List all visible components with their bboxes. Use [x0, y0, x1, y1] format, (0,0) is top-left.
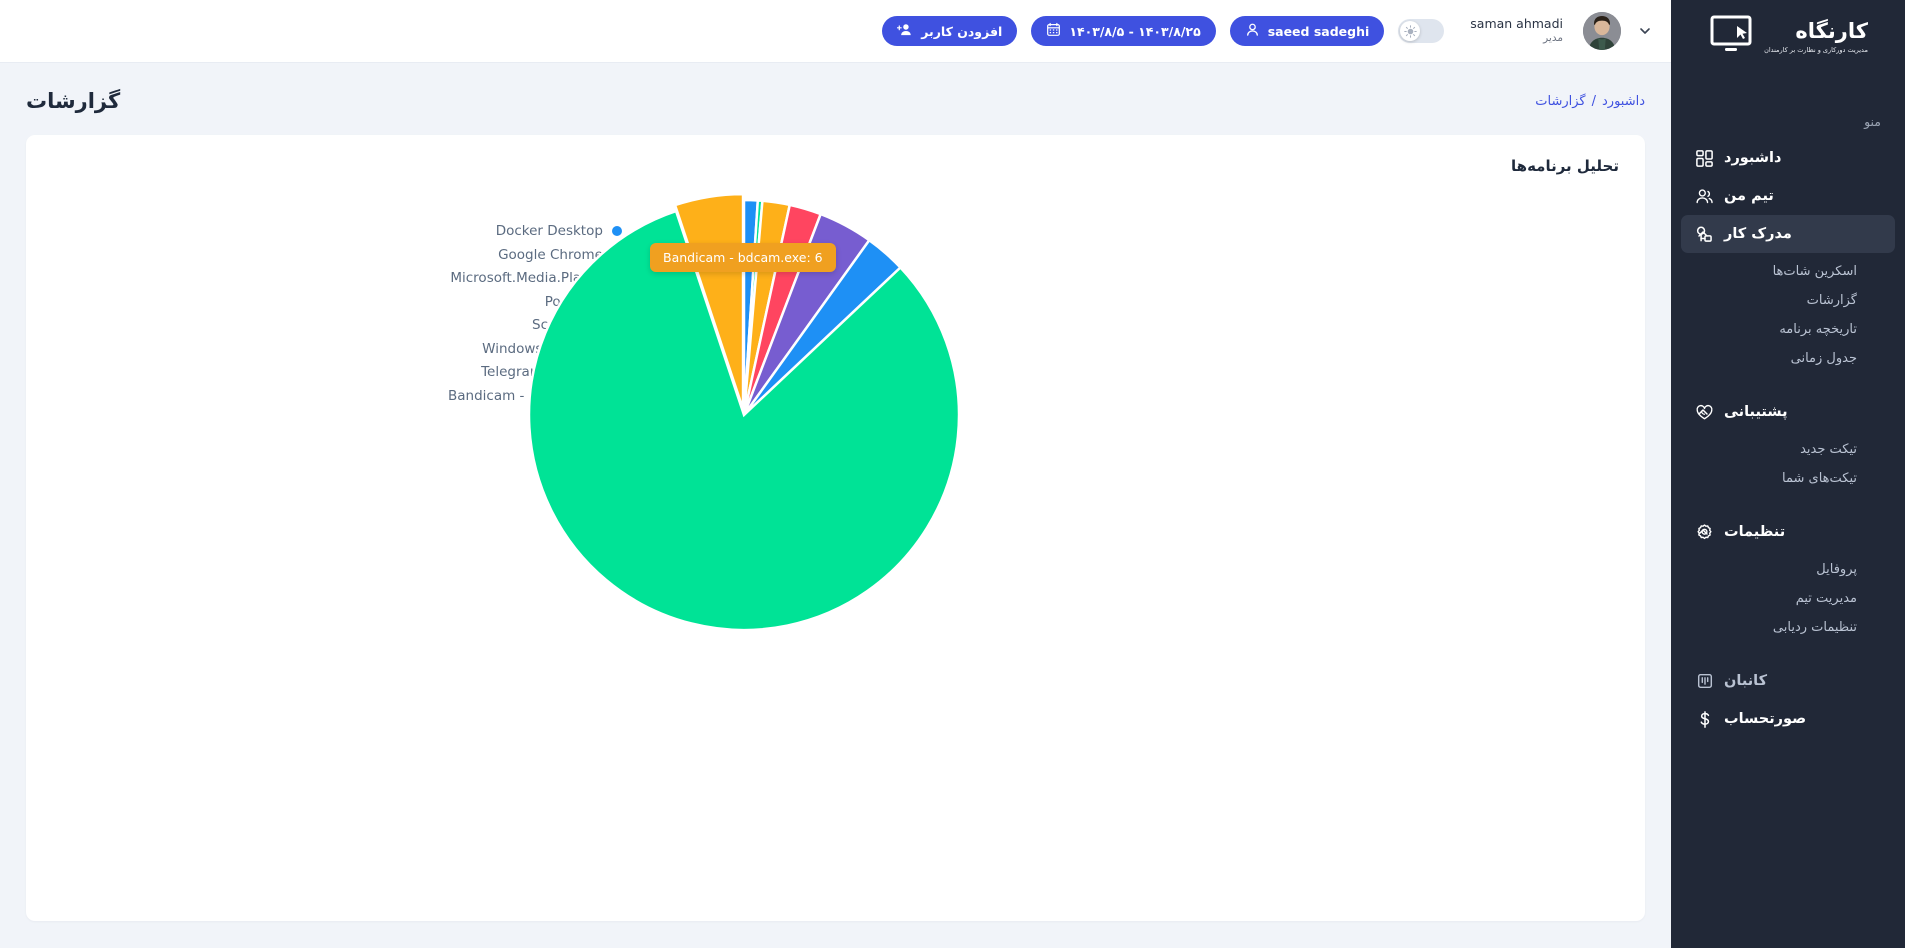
sidebar: کارنگاه مدیریت دورکاری و نظارت بر کارمند… — [1671, 0, 1905, 948]
chevron-down-icon[interactable] — [1637, 23, 1653, 39]
sidebar-item-label: صورتحساب — [1724, 711, 1807, 727]
sidebar-nav: داشبورد تیم من — [1671, 139, 1905, 738]
top-bar: saman ahmadi مدیر saeed sadeghi ۱۴۰۳/۸/۲… — [0, 0, 1671, 63]
chevron-up-icon — [1697, 406, 1709, 418]
submenu-settings: پروفایل مدیریت تیم تنظیمات ردیابی — [1681, 551, 1895, 642]
add-user-label: افزودن کاربر — [921, 23, 1003, 39]
app-root: کارنگاه مدیریت دورکاری و نظارت بر کارمند… — [0, 0, 1905, 948]
sidebar-item-label: کانبان — [1724, 673, 1768, 689]
sidebar-subitem-timesheet[interactable]: جدول زمانی — [1681, 344, 1895, 373]
sidebar-subitem-new-ticket[interactable]: تیکت جدید — [1681, 435, 1895, 464]
sidebar-subitem-screenshots[interactable]: اسکرین شات‌ها — [1681, 257, 1895, 286]
sidebar-item-support[interactable]: پشتیبانی — [1681, 393, 1895, 431]
chevron-up-icon — [1697, 526, 1709, 538]
sidebar-item-my-team[interactable]: تیم من — [1681, 177, 1895, 215]
sidebar-subitem-your-tickets[interactable]: تیکت‌های شما — [1681, 464, 1895, 493]
sidebar-subitem-tracking-settings[interactable]: تنظیمات ردیابی — [1681, 613, 1895, 642]
sidebar-subitem-team-management[interactable]: مدیریت تیم — [1681, 584, 1895, 613]
kanban-icon — [1695, 672, 1714, 691]
add-user-icon — [897, 22, 913, 40]
grid-icon — [1695, 149, 1714, 168]
users-icon — [1695, 187, 1714, 206]
selected-user-label: saeed sadeghi — [1267, 23, 1370, 39]
theme-toggle[interactable] — [1398, 19, 1445, 43]
pie-chart: Docker Desktop Google Chrome Microsoft.M… — [52, 175, 1619, 865]
dollar-icon — [1695, 710, 1714, 729]
sidebar-item-kanban[interactable]: کانبان — [1681, 662, 1895, 700]
brand-logo[interactable]: کارنگاه مدیریت دورکاری و نظارت بر کارمند… — [1671, 0, 1905, 74]
breadcrumb: داشبورد / گزارشات — [1535, 94, 1645, 109]
sidebar-item-dashboard[interactable]: داشبورد — [1681, 139, 1895, 177]
sidebar-item-settings[interactable]: تنظیمات — [1681, 513, 1895, 551]
sidebar-item-label: تنظیمات — [1724, 524, 1786, 540]
apps-analysis-card: تحلیل برنامه‌ها Docker Desktop Google Ch… — [26, 135, 1645, 921]
page-title: گزارشات — [26, 89, 121, 113]
submenu-support: تیکت جدید تیکت‌های شما — [1681, 431, 1895, 493]
sidebar-item-label: داشبورد — [1724, 150, 1782, 166]
user-name: saman ahmadi — [1470, 16, 1563, 32]
monitor-cursor-icon — [1708, 15, 1754, 59]
brand-subtitle: مدیریت دورکاری و نظارت بر کارمندان — [1764, 45, 1868, 54]
sidebar-subitem-profile[interactable]: پروفایل — [1681, 555, 1895, 584]
selected-user-button[interactable]: saeed sadeghi — [1229, 16, 1385, 46]
sidebar-item-billing[interactable]: صورتحساب — [1681, 700, 1895, 738]
submenu-work-evidence: اسکرین شات‌ها گزارشات تاریخچه برنامه جدو… — [1681, 253, 1895, 373]
brand-title: کارنگاه — [1795, 18, 1868, 43]
user-icon — [1245, 22, 1260, 40]
page-header: داشبورد / گزارشات گزارشات — [0, 63, 1671, 135]
sidebar-subitem-reports[interactable]: گزارشات — [1681, 286, 1895, 315]
sidebar-item-work-evidence[interactable]: مدرک کار — [1681, 215, 1895, 253]
sidebar-item-label: پشتیبانی — [1724, 404, 1788, 420]
add-user-button[interactable]: افزودن کاربر — [882, 16, 1018, 46]
chart-tooltip: Bandicam - bdcam.exe: 6 — [650, 243, 836, 272]
date-range-label: ۱۴۰۳/۸/۲۵ - ۱۴۰۳/۸/۵ — [1069, 23, 1201, 39]
user-meta: saman ahmadi مدیر — [1470, 16, 1563, 45]
breadcrumb-item-reports[interactable]: گزارشات — [1535, 94, 1585, 109]
sidebar-subitem-app-history[interactable]: تاریخچه برنامه — [1681, 315, 1895, 344]
card-title: تحلیل برنامه‌ها — [1511, 157, 1619, 175]
calendar-icon — [1046, 22, 1061, 40]
sun-icon — [1400, 21, 1421, 41]
user-role: مدیر — [1543, 31, 1563, 44]
date-range-button[interactable]: ۱۴۰۳/۸/۲۵ - ۱۴۰۳/۸/۵ — [1031, 16, 1216, 46]
page-content: داشبورد / گزارشات گزارشات تحلیل برنامه‌ه… — [0, 63, 1671, 948]
breadcrumb-separator: / — [1591, 93, 1596, 109]
sidebar-item-label: تیم من — [1724, 188, 1774, 204]
chevron-up-icon — [1697, 228, 1709, 240]
avatar[interactable] — [1583, 12, 1621, 50]
sidebar-menu-label: منو — [1864, 114, 1881, 129]
sidebar-item-label: مدرک کار — [1724, 226, 1792, 242]
breadcrumb-item-dashboard[interactable]: داشبورد — [1602, 94, 1645, 109]
